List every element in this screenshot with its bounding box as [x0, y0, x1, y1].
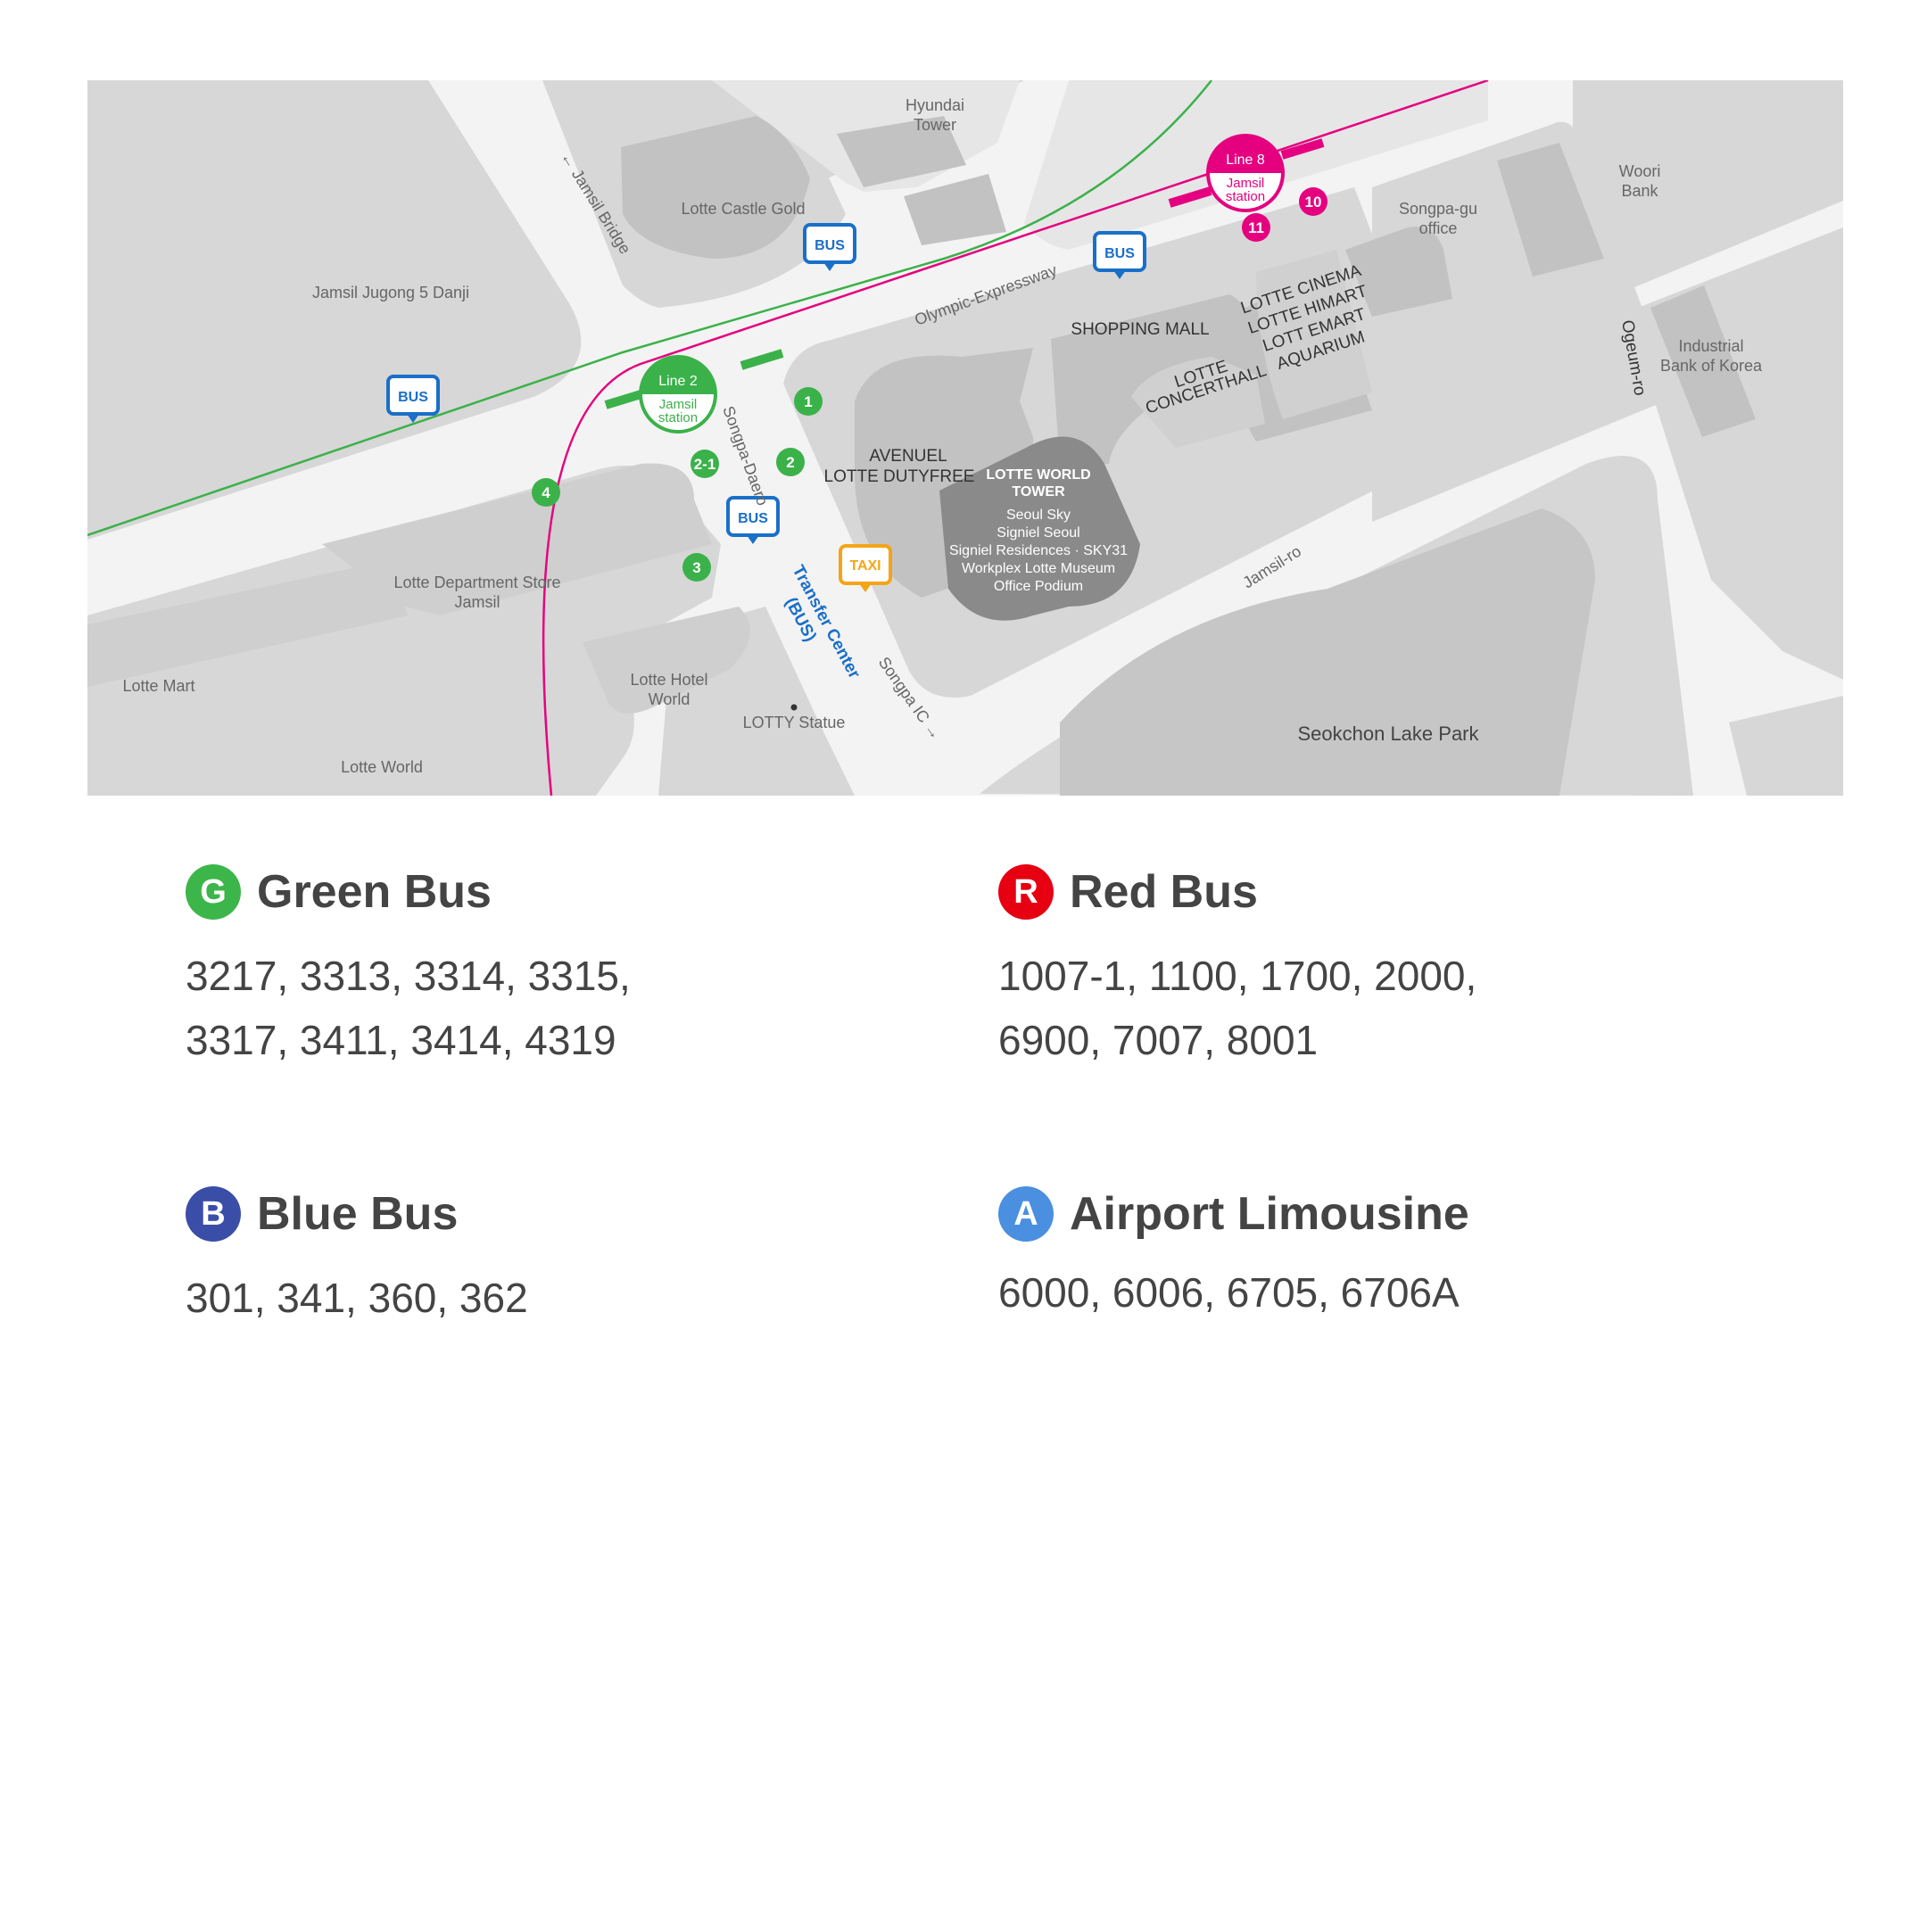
exit-10[interactable]: 10 — [1299, 187, 1327, 216]
avenuel-label: AVENUEL — [869, 447, 947, 466]
legend-title: Airport Limousine — [1070, 1188, 1469, 1240]
legend-title: Green Bus — [257, 866, 492, 918]
lotte-hotel-world-label: World — [649, 690, 691, 708]
line8-station-name: station — [1226, 189, 1265, 204]
exit-2-1[interactable]: 2-1 — [691, 450, 719, 478]
woori-bank-label: Woori — [1619, 162, 1661, 180]
hyundai-tower-label: Tower — [914, 116, 956, 134]
red-bus-icon: R — [998, 864, 1054, 920]
tower-item: Signiel Seoul — [997, 525, 1079, 541]
songpa-gu-office-label: office — [1419, 219, 1458, 237]
lotte-dutyfree-label: LOTTE DUTYFREE — [824, 467, 975, 486]
tower-title: TOWER — [1012, 484, 1065, 500]
green-bus-icon: G — [186, 864, 241, 920]
area-map: Line 2 Jamsil station Line 8 Jamsil stat… — [87, 80, 1843, 796]
legend-blue-bus: B Blue Bus 301, 341, 360, 362 — [186, 1185, 988, 1330]
lotte-hotel-world-label: Lotte Hotel — [630, 671, 707, 689]
svg-text:2-1: 2-1 — [694, 456, 716, 473]
map-canvas: Line 2 Jamsil station Line 8 Jamsil stat… — [87, 80, 1843, 796]
seokchon-lake-label: Seokchon Lake Park — [1297, 722, 1479, 745]
exit-4[interactable]: 4 — [532, 478, 560, 507]
svg-text:BUS: BUS — [398, 390, 428, 405]
airport-limousine-icon: A — [998, 1186, 1054, 1242]
line8-label: Line 8 — [1226, 153, 1265, 168]
legend-title: Blue Bus — [257, 1188, 459, 1240]
svg-text:10: 10 — [1305, 194, 1322, 211]
industrial-bank-label: Industrial — [1678, 337, 1743, 355]
tower-item: Office Podium — [994, 579, 1083, 594]
lotte-mart-label: Lotte Mart — [122, 677, 194, 695]
line2-station[interactable]: Line 2 Jamsil station — [639, 355, 717, 433]
exit-1[interactable]: 1 — [794, 387, 823, 416]
svg-text:2: 2 — [786, 454, 794, 471]
svg-text:4: 4 — [542, 484, 550, 501]
line8-station[interactable]: Line 8 Jamsil station — [1206, 134, 1285, 212]
lotte-castle-gold-label: Lotte Castle Gold — [681, 200, 805, 218]
line2-label: Line 2 — [658, 374, 698, 389]
industrial-bank-label: Bank of Korea — [1660, 357, 1763, 375]
svg-text:BUS: BUS — [738, 511, 768, 526]
legend-airport-limousine: A Airport Limousine 6000, 6006, 6705, 67… — [998, 1185, 1801, 1325]
lotty-statue-label: LOTTY Statue — [743, 714, 846, 731]
blue-bus-icon: B — [186, 1186, 241, 1242]
legend-routes: 1007-1, 1100, 1700, 2000, 6900, 7007, 80… — [998, 953, 1477, 1063]
tower-item: Seoul Sky — [1006, 508, 1071, 523]
lotte-dept-store-label: Lotte Department Store — [393, 574, 560, 591]
exit-2[interactable]: 2 — [776, 448, 805, 476]
tower-item: Workplex Lotte Museum — [962, 561, 1115, 576]
svg-text:BUS: BUS — [815, 238, 845, 253]
songpa-gu-office-label: Songpa-gu — [1399, 200, 1477, 218]
jamsil-jugong-label: Jamsil Jugong 5 Danji — [312, 284, 469, 301]
legend-routes: 6000, 6006, 6705, 6706A — [998, 1269, 1460, 1316]
lotty-statue-dot — [790, 704, 798, 711]
svg-text:TAXI: TAXI — [849, 558, 881, 574]
woori-bank-label: Bank — [1621, 182, 1658, 200]
svg-text:3: 3 — [692, 559, 700, 576]
svg-text:BUS: BUS — [1104, 246, 1135, 261]
legend-red-bus: R Red Bus 1007-1, 1100, 1700, 2000, 6900… — [998, 863, 1534, 1072]
svg-text:11: 11 — [1248, 219, 1264, 236]
exit-3[interactable]: 3 — [682, 553, 711, 582]
hyundai-tower-label: Hyundai — [906, 96, 964, 114]
exit-11[interactable]: 11 — [1242, 213, 1270, 242]
lotte-dept-store-label: Jamsil — [454, 593, 500, 611]
svg-text:1: 1 — [804, 393, 812, 410]
legend-green-bus: G Green Bus 3217, 3313, 3314, 3315, 3317… — [186, 863, 685, 1072]
lotte-world-label: Lotte World — [341, 758, 423, 776]
tower-title: LOTTE WORLD — [986, 467, 1090, 483]
legend-routes: 3217, 3313, 3314, 3315, 3317, 3411, 3414… — [186, 953, 631, 1063]
legend-title: Red Bus — [1070, 866, 1258, 918]
shopping-mall-label: SHOPPING MALL — [1071, 320, 1209, 339]
legend-routes: 301, 341, 360, 362 — [186, 1275, 528, 1321]
line2-station-name: station — [658, 410, 698, 425]
tower-item: Signiel Residences · SKY31 — [949, 543, 1128, 558]
